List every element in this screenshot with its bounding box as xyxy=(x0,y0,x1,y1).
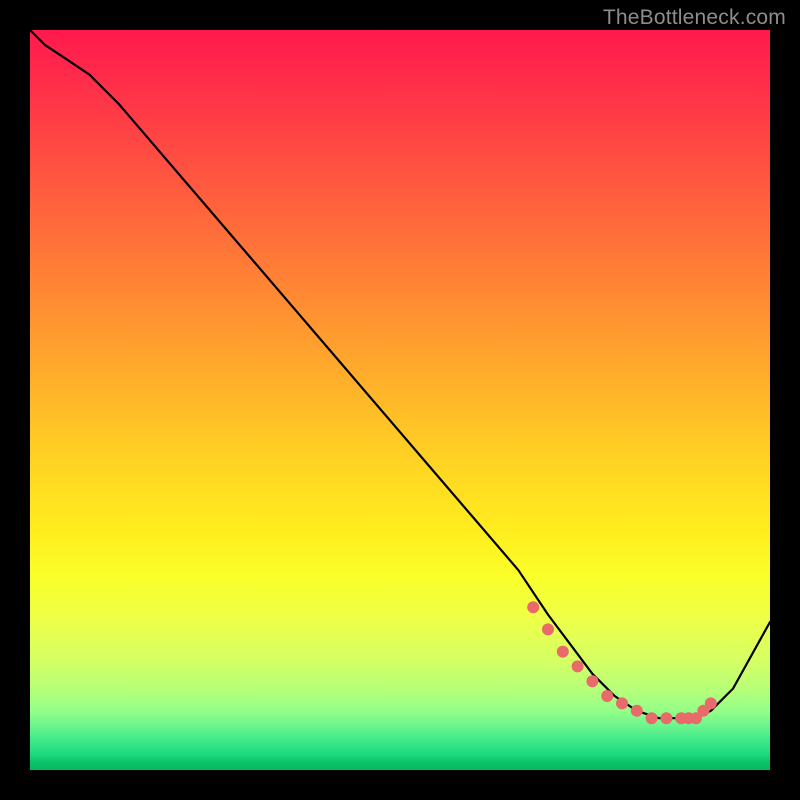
chart-stage: TheBottleneck.com xyxy=(0,0,800,800)
marker-dot xyxy=(572,660,584,672)
marker-dot xyxy=(646,712,658,724)
marker-dot xyxy=(631,705,643,717)
bottleneck-curve xyxy=(30,30,770,718)
chart-svg xyxy=(30,30,770,770)
marker-dot xyxy=(601,690,613,702)
marker-dot xyxy=(557,646,569,658)
watermark-text: TheBottleneck.com xyxy=(603,6,786,30)
marker-dots xyxy=(527,601,717,724)
marker-dot xyxy=(660,712,672,724)
marker-dot xyxy=(616,697,628,709)
marker-dot xyxy=(542,623,554,635)
marker-dot xyxy=(586,675,598,687)
plot-area xyxy=(30,30,770,770)
marker-dot xyxy=(705,697,717,709)
marker-dot xyxy=(527,601,539,613)
